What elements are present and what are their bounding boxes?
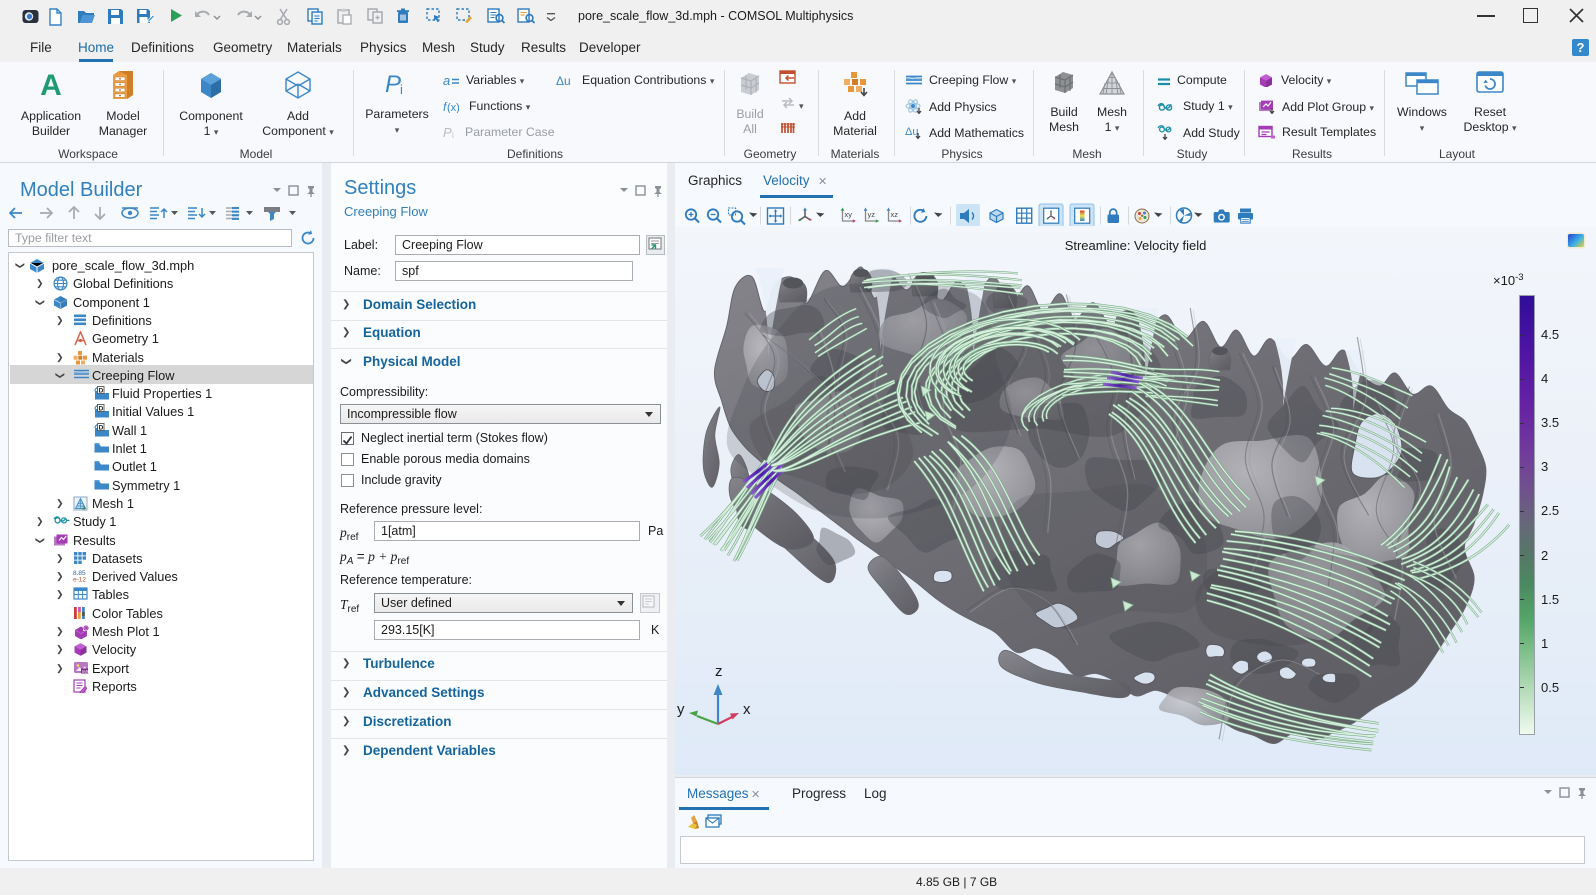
svg-text:e-12: e-12 [73,577,86,583]
svg-text:P: P [385,71,401,98]
svg-text:IMG: IMG [82,668,89,673]
svg-text:D: D [99,388,104,395]
svg-text:a: a [443,75,450,87]
svg-text:xz: xz [891,210,899,219]
svg-text:D: D [99,424,104,431]
svg-text:(x): (x) [447,102,460,113]
svg-text:P: P [443,126,452,139]
svg-text:Δu: Δu [556,74,571,87]
svg-text:A: A [40,70,62,100]
svg-text:D: D [99,406,104,413]
svg-text:i: i [452,131,454,139]
svg-text:y: y [677,701,685,718]
svg-text:x: x [743,701,751,718]
svg-text:i: i [400,82,403,97]
svg-text:z: z [715,663,723,680]
svg-text:yz: yz [868,210,876,219]
svg-text:xy: xy [845,210,853,219]
